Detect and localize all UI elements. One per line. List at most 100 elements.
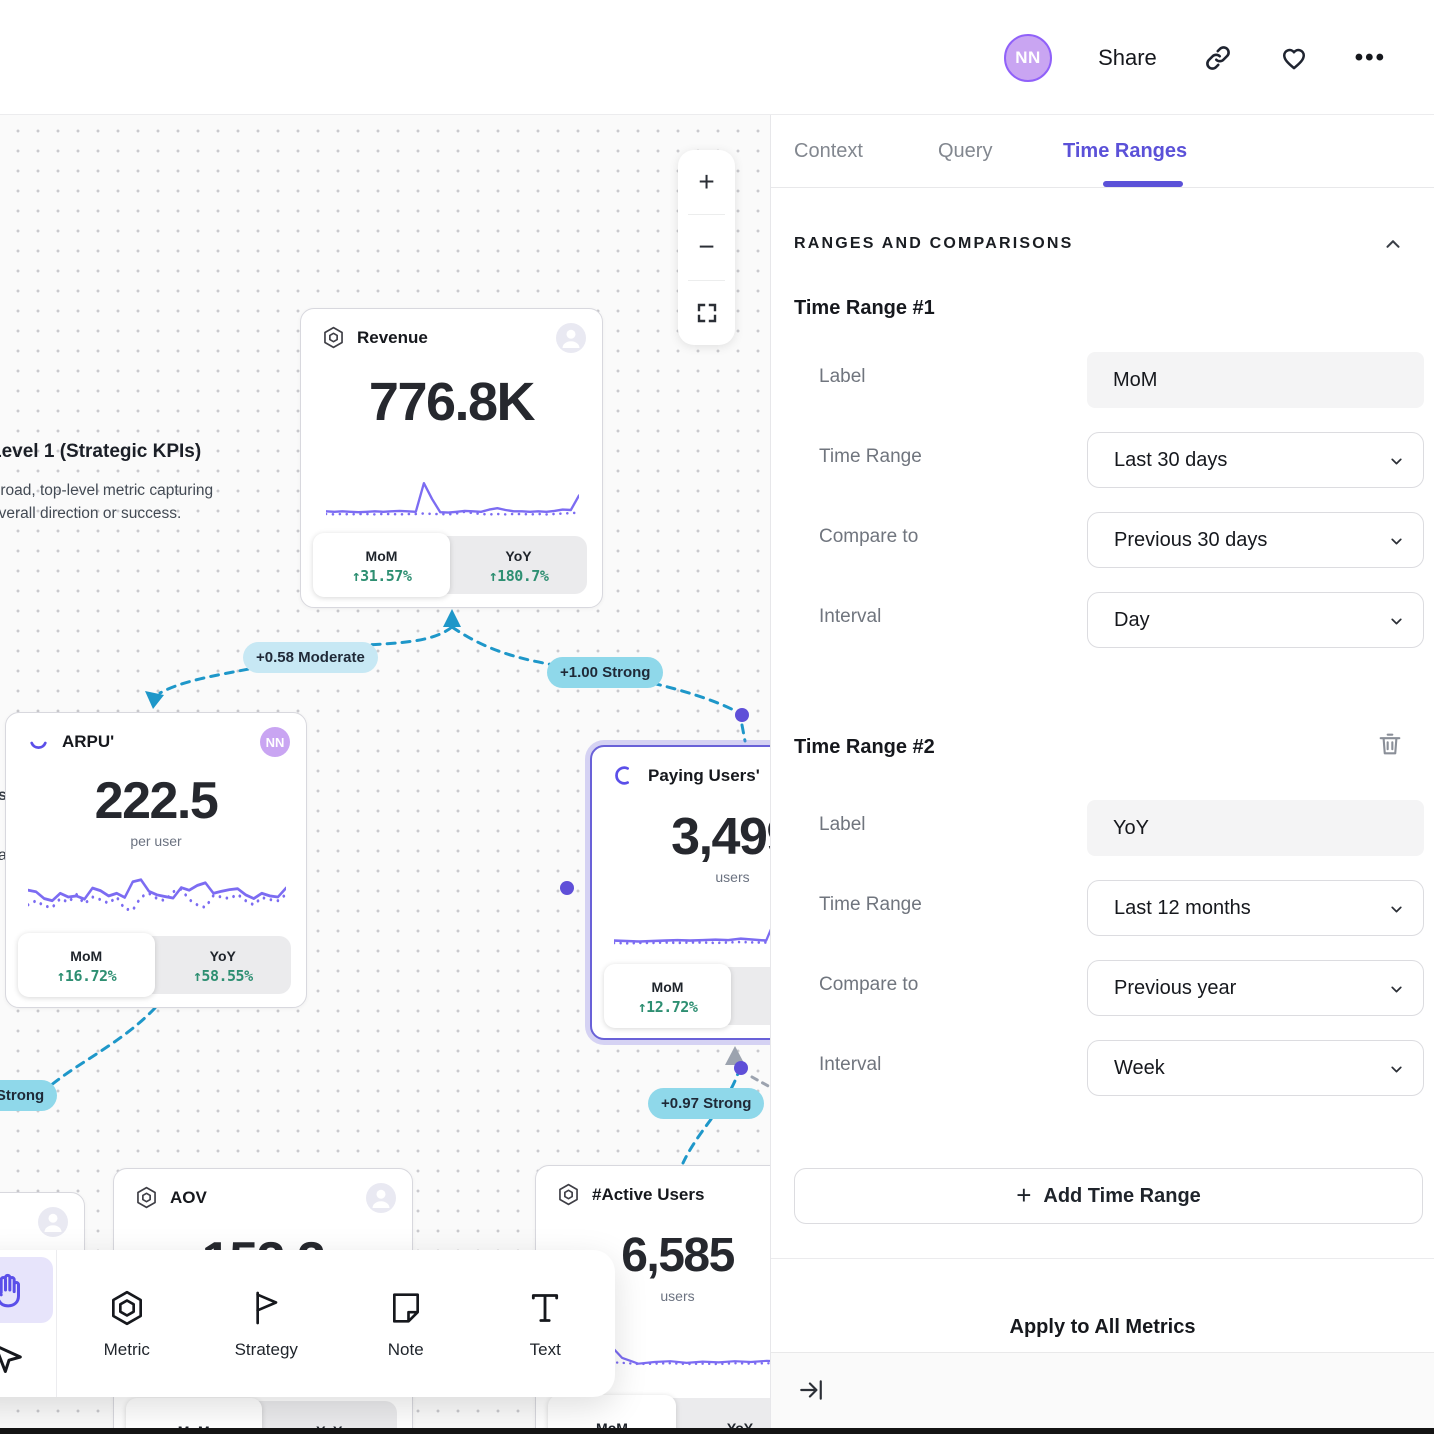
select-tool-button[interactable] xyxy=(0,1326,53,1392)
tab-time-ranges[interactable]: Time Ranges xyxy=(1063,115,1187,188)
trash-icon xyxy=(1376,729,1404,759)
period-toggle: MoM ↑16.72% YoY ↑58.55% xyxy=(21,936,291,994)
metric-tree-canvas[interactable]: +0.58 Moderate +1.00 Strong 66 Strong +0… xyxy=(0,115,770,1428)
tool-label: Text xyxy=(530,1340,561,1360)
level-annotation: Level 1 (Strategic KPIs) Broad, top-leve… xyxy=(0,441,250,526)
canvas-zoom-control: + − xyxy=(678,150,735,345)
field-label: Time Range xyxy=(819,894,922,916)
toggle-mom[interactable]: MoM xyxy=(548,1395,676,1428)
note-icon xyxy=(386,1288,426,1328)
metric-hexagon-icon xyxy=(134,1185,159,1210)
app-header: NN Share ••• xyxy=(0,0,1434,115)
tool-label: Metric xyxy=(104,1340,150,1360)
cursor-icon xyxy=(0,1339,27,1379)
fit-view-button[interactable] xyxy=(678,281,735,345)
tool-strategy[interactable]: Strategy xyxy=(197,1250,337,1397)
zoom-in-button[interactable]: + xyxy=(678,150,735,214)
owner-avatar-icon xyxy=(556,323,586,353)
compare-to-select[interactable]: Previous year xyxy=(1087,960,1424,1016)
metric-card-revenue[interactable]: Revenue 776.8K MoM ↑31.57% YoY ↑180.7% xyxy=(300,308,603,608)
chevron-down-icon xyxy=(1388,981,1405,998)
chevron-down-icon xyxy=(1388,533,1405,550)
metric-hexagon-icon xyxy=(107,1288,147,1328)
loading-arc-icon xyxy=(26,729,51,754)
field-label: Interval xyxy=(819,1054,881,1076)
active-tab-indicator xyxy=(1103,181,1183,187)
metric-hexagon-icon xyxy=(556,1182,581,1207)
share-button[interactable]: Share xyxy=(1098,45,1157,71)
metric-value: 776.8K xyxy=(301,371,602,433)
section-header[interactable]: RANGES AND COMPARISONS xyxy=(794,233,1404,255)
time-range-select[interactable]: Last 12 months xyxy=(1087,880,1424,936)
apply-all-metrics-button[interactable]: Apply to All Metrics xyxy=(771,1303,1434,1351)
tool-metric[interactable]: Metric xyxy=(57,1250,197,1397)
label-input[interactable] xyxy=(1087,352,1424,408)
tool-label: Note xyxy=(388,1340,424,1360)
metric-unit: users xyxy=(592,869,770,885)
toggle-yoy[interactable]: YoY ↑58.55% xyxy=(155,936,292,994)
compare-to-select[interactable]: Previous 30 days xyxy=(1087,512,1424,568)
tool-text[interactable]: Text xyxy=(476,1250,616,1397)
toggle-label: YoY xyxy=(727,1420,753,1428)
add-button-label: Add Time Range xyxy=(1043,1185,1200,1208)
link-icon[interactable] xyxy=(1203,43,1233,73)
select-value: Week xyxy=(1114,1057,1165,1080)
toggle-label: MoM xyxy=(652,979,684,995)
toggle-label: MoM xyxy=(366,548,398,564)
hand-tool-button[interactable] xyxy=(0,1257,53,1323)
collapse-panel-icon xyxy=(798,1377,824,1403)
panel-footer xyxy=(771,1352,1434,1428)
toggle-yoy[interactable]: YoY ↑180.7% xyxy=(450,536,587,594)
chevron-down-icon xyxy=(1388,901,1405,918)
add-time-range-button[interactable]: + Add Time Range xyxy=(794,1168,1423,1224)
toggle-yoy[interactable]: YoY xyxy=(262,1401,398,1428)
bottom-edge-bar xyxy=(0,1428,1434,1434)
toggle-yoy[interactable]: YoY xyxy=(676,1398,770,1428)
owner-avatar-icon xyxy=(366,1183,396,1213)
correlation-badge[interactable]: 66 Strong xyxy=(0,1080,57,1111)
select-value: Last 30 days xyxy=(1114,449,1227,472)
delete-time-range-button[interactable] xyxy=(1376,729,1404,759)
collaborator-badge: NN xyxy=(260,727,290,757)
select-value: Previous 30 days xyxy=(1114,529,1267,552)
label-input[interactable] xyxy=(1087,800,1424,856)
tab-context[interactable]: Context xyxy=(794,115,863,188)
sparkline xyxy=(326,471,579,523)
section-title: RANGES AND COMPARISONS xyxy=(794,235,1074,253)
owner-avatar-icon xyxy=(38,1207,68,1237)
time-range-select[interactable]: Last 30 days xyxy=(1087,432,1424,488)
toggle-value: ↑180.7% xyxy=(489,567,549,585)
toggle-mom[interactable]: MoM ↑16.72% xyxy=(18,933,155,997)
metric-unit: per user xyxy=(6,833,306,849)
toggle-mom[interactable]: MoM ↑31.57% xyxy=(313,533,450,597)
chevron-up-icon[interactable] xyxy=(1382,233,1404,255)
toggle-label: MoM xyxy=(596,1420,628,1428)
toggle-yoy[interactable] xyxy=(731,967,770,1025)
correlation-badge[interactable]: +0.58 Moderate xyxy=(243,642,378,673)
toggle-mom[interactable]: MoM xyxy=(126,1398,262,1428)
favorite-heart-icon[interactable] xyxy=(1279,43,1309,73)
toggle-label: YoY xyxy=(210,948,236,964)
toggle-value: ↑12.72% xyxy=(638,998,698,1016)
time-range-1-title: Time Range #1 xyxy=(794,297,935,320)
metric-card-arpu[interactable]: ARPU' NN 222.5 per user MoM ↑16.72% YoY … xyxy=(5,712,307,1008)
metric-title: Revenue xyxy=(357,328,428,348)
tool-note[interactable]: Note xyxy=(336,1250,476,1397)
chevron-down-icon xyxy=(1388,453,1405,470)
tool-label: Strategy xyxy=(235,1340,298,1360)
user-avatar[interactable]: NN xyxy=(1004,34,1052,82)
correlation-badge[interactable]: +1.00 Strong xyxy=(547,657,663,688)
plus-icon: + xyxy=(1016,1180,1031,1211)
metric-card-paying-users[interactable]: Paying Users' 3,499 users MoM ↑12.72% xyxy=(590,745,770,1040)
level-title: Level 1 (Strategic KPIs) xyxy=(0,441,250,463)
collapse-panel-button[interactable] xyxy=(798,1377,824,1403)
interval-select[interactable]: Day xyxy=(1087,592,1424,648)
toggle-mom[interactable]: MoM ↑12.72% xyxy=(604,964,731,1028)
interval-select[interactable]: Week xyxy=(1087,1040,1424,1096)
toggle-label: MoM xyxy=(70,948,102,964)
more-options-icon[interactable]: ••• xyxy=(1355,44,1386,72)
tab-query[interactable]: Query xyxy=(938,115,992,188)
metric-value: 3,499 xyxy=(592,807,770,867)
zoom-out-button[interactable]: − xyxy=(678,215,735,279)
correlation-badge[interactable]: +0.97 Strong xyxy=(648,1088,764,1119)
